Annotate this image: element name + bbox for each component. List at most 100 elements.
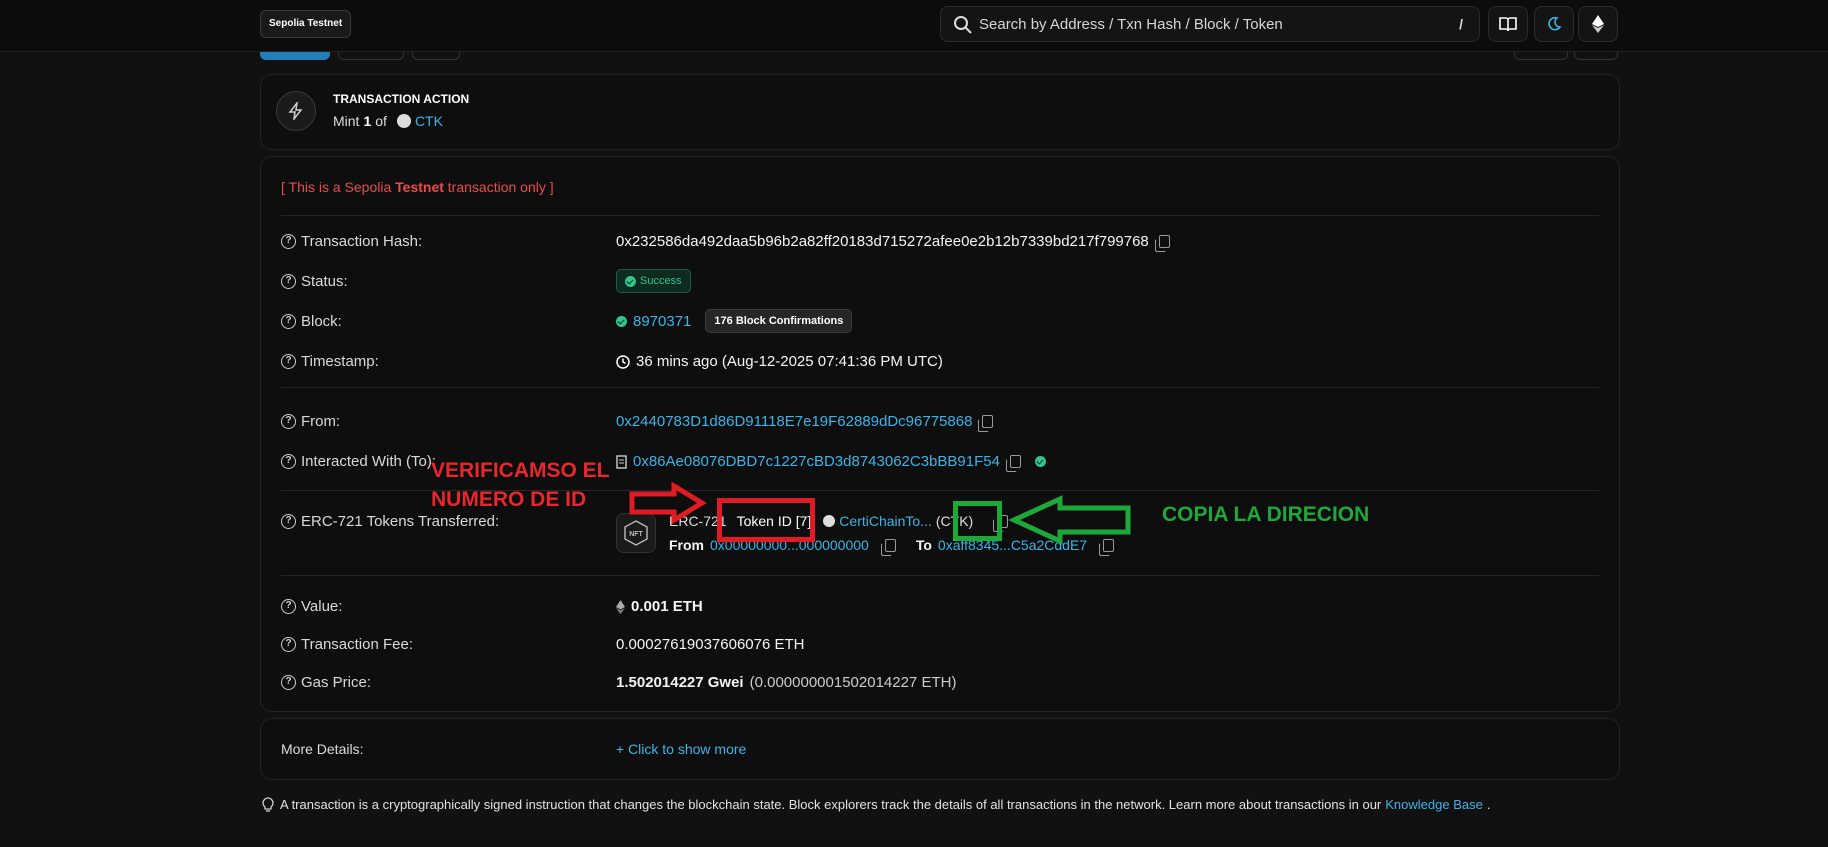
- help-icon[interactable]: ?: [281, 354, 296, 369]
- copy-icon[interactable]: [978, 415, 994, 432]
- status-value: Success: [616, 269, 691, 293]
- search-bar[interactable]: Search by Address / Txn Hash / Block / T…: [940, 6, 1480, 42]
- more-details-label: More Details:: [281, 741, 364, 757]
- top-navbar: Sepolia Testnet Search by Address / Txn …: [0, 0, 1828, 52]
- search-icon: [954, 16, 972, 34]
- action-summary: Mint 1 of CTK: [333, 113, 443, 129]
- ethereum-button[interactable]: [1578, 6, 1618, 42]
- help-icon[interactable]: ?: [281, 514, 296, 529]
- erc721-to-label: To: [915, 537, 932, 553]
- fee-label-text: Transaction Fee:: [301, 636, 413, 653]
- to-label: ? Interacted With (To):: [281, 453, 436, 470]
- help-icon[interactable]: ?: [281, 675, 296, 690]
- check-icon: [625, 275, 636, 287]
- footer-text: A transaction is a cryptographically sig…: [280, 796, 1382, 812]
- notice-text-post: transaction only ]: [443, 179, 554, 195]
- moon-icon: [1548, 16, 1562, 31]
- help-icon[interactable]: ?: [281, 637, 296, 652]
- value-label-text: Value:: [301, 598, 343, 615]
- status-label-text: Status:: [301, 273, 348, 290]
- clock-icon: [616, 354, 630, 369]
- ethereum-icon: [1592, 15, 1604, 33]
- divider: [281, 215, 1599, 216]
- help-icon[interactable]: ?: [281, 274, 296, 289]
- token-logo-icon: [823, 515, 836, 527]
- nft-badge: NFT: [629, 531, 643, 538]
- network-badge[interactable]: Sepolia Testnet: [260, 10, 352, 38]
- annotation-red-line2: NUMERO DE ID: [431, 488, 587, 511]
- gas-gwei: 1.502014227 Gwei: [616, 674, 744, 691]
- contract-icon: [616, 454, 627, 469]
- copy-icon[interactable]: [880, 538, 896, 556]
- green-arrow-icon: [1008, 495, 1131, 545]
- verified-icon: [1034, 456, 1046, 467]
- timestamp-value: 36 mins ago (Aug-12-2025 07:41:36 PM UTC…: [616, 353, 943, 370]
- check-icon: [616, 315, 627, 327]
- book-icon: [1499, 17, 1517, 32]
- copy-icon[interactable]: [1005, 455, 1021, 472]
- tab-tools[interactable]: [1514, 52, 1568, 60]
- from-address-link[interactable]: 0x2440783D1d86D91118E7e19F62889dDc967758…: [616, 413, 972, 430]
- copy-icon[interactable]: [1154, 235, 1170, 252]
- annotation-green-text: COPIA LA DIRECION: [1162, 503, 1370, 526]
- help-icon[interactable]: ?: [281, 414, 296, 429]
- ethereum-icon: [616, 599, 625, 614]
- hash-label-text: Transaction Hash:: [301, 233, 423, 250]
- confirmations-badge: 176 Block Confirmations: [705, 309, 853, 333]
- token-name-link[interactable]: CertiChainTo...: [839, 513, 932, 529]
- red-arrow-icon: [629, 482, 707, 524]
- timestamp-label-text: Timestamp:: [301, 353, 379, 370]
- fee-value: 0.00027619037606076 ETH: [616, 636, 805, 653]
- notice-text-pre: [ This is a Sepolia: [281, 179, 396, 195]
- token-logo-icon: [396, 114, 411, 128]
- block-label: ? Block:: [281, 313, 342, 330]
- action-prefix: Mint: [333, 113, 360, 129]
- search-input[interactable]: Search by Address / Txn Hash / Block / T…: [979, 16, 1283, 33]
- theme-toggle-button[interactable]: [1534, 6, 1574, 42]
- notice-text-strong: Testnet: [395, 179, 444, 195]
- block-label-text: Block:: [301, 313, 342, 330]
- search-shortcut: /: [1459, 16, 1463, 32]
- help-icon[interactable]: ?: [281, 454, 296, 469]
- status-label: ? Status:: [281, 273, 348, 290]
- value-text: 0.001 ETH: [631, 598, 703, 615]
- action-of: of: [375, 113, 387, 129]
- tab-overview[interactable]: [260, 52, 330, 60]
- from-value: 0x2440783D1d86D91118E7e19F62889dDc967758…: [616, 413, 994, 432]
- action-amount: 1: [363, 113, 372, 129]
- footer-note: A transaction is a cryptographically sig…: [260, 796, 1490, 812]
- gas-eth: (0.000000001502014227 ETH): [749, 674, 957, 691]
- tab-more[interactable]: [412, 52, 460, 60]
- from-label: ? From:: [281, 413, 340, 430]
- lightning-icon: [276, 91, 316, 131]
- to-label-text: Interacted With (To):: [301, 453, 437, 470]
- gas-label: ? Gas Price:: [281, 674, 371, 691]
- gas-label-text: Gas Price:: [301, 674, 372, 691]
- annotation-red-text: VERIFICAMSO EL NUMERO DE ID: [431, 456, 610, 514]
- book-button[interactable]: [1488, 6, 1528, 42]
- erc721-label: ? ERC-721 Tokens Transferred:: [281, 513, 499, 530]
- erc721-label-text: ERC-721 Tokens Transferred:: [301, 513, 500, 530]
- more-details-card: More Details: + Click to show more: [260, 718, 1620, 780]
- knowledge-base-link[interactable]: Knowledge Base: [1385, 797, 1483, 812]
- footer-end: .: [1486, 796, 1491, 812]
- value-label: ? Value:: [281, 598, 342, 615]
- help-icon[interactable]: ?: [281, 599, 296, 614]
- tab-logs[interactable]: [338, 52, 404, 60]
- action-heading: TRANSACTION ACTION: [333, 92, 470, 106]
- transaction-action-card: TRANSACTION ACTION Mint 1 of CTK: [260, 74, 1620, 150]
- divider: [281, 575, 1599, 576]
- to-address-link[interactable]: 0x86Ae08076DBD7c1227cBD3d8743062C3bBB91F…: [633, 453, 1000, 470]
- tab-options[interactable]: [1574, 52, 1618, 60]
- annotation-red-line1: VERIFICAMSO EL: [431, 459, 610, 482]
- copy-highlight: [953, 501, 1002, 541]
- help-icon[interactable]: ?: [281, 314, 296, 329]
- action-token-link[interactable]: CTK: [415, 113, 443, 129]
- to-value: 0x86Ae08076DBD7c1227cBD3d8743062C3bBB91F…: [616, 453, 1046, 472]
- fee-label: ? Transaction Fee:: [281, 636, 413, 653]
- block-link[interactable]: 8970371: [633, 313, 691, 330]
- from-label-text: From:: [301, 413, 341, 430]
- show-more-link[interactable]: + Click to show more: [616, 741, 746, 757]
- status-text: Success: [640, 275, 682, 287]
- help-icon[interactable]: ?: [281, 234, 296, 249]
